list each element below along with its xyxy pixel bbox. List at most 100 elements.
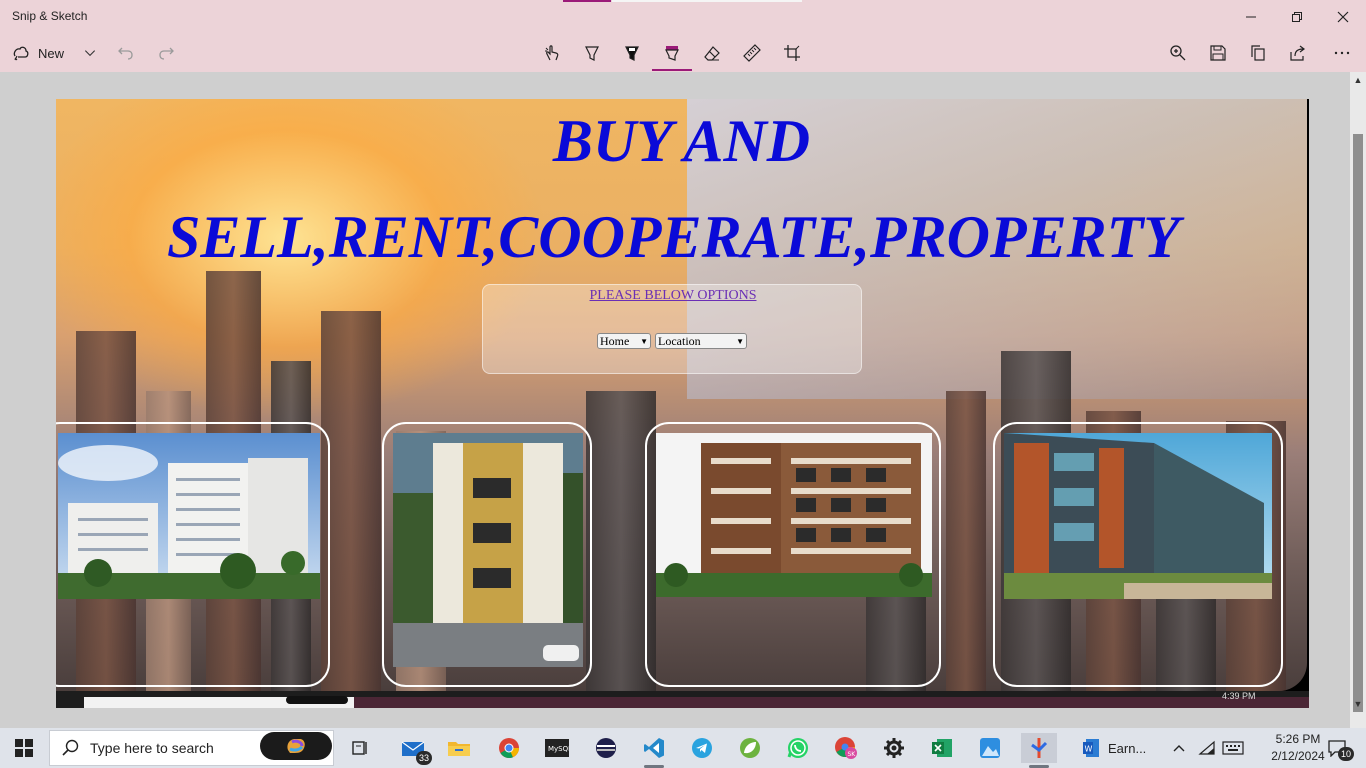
- snip-sketch-button[interactable]: [1021, 733, 1057, 768]
- new-snip-button[interactable]: New: [12, 40, 64, 66]
- whatsapp-icon: [787, 738, 808, 758]
- skyline-building: [321, 311, 381, 691]
- copy-icon: [1251, 45, 1265, 61]
- mysql-workbench-button[interactable]: MySQL: [542, 733, 572, 763]
- search-icon: [62, 739, 79, 756]
- zoom-button[interactable]: [1167, 40, 1189, 66]
- vertical-scrollbar[interactable]: ▲ ▼: [1350, 72, 1366, 728]
- scroll-thumb[interactable]: [1353, 134, 1363, 712]
- whatsapp-button[interactable]: [783, 733, 813, 763]
- property-card-3[interactable]: [645, 422, 941, 687]
- more-options-button[interactable]: [1330, 40, 1354, 66]
- close-button[interactable]: [1332, 6, 1354, 28]
- show-hidden-icons-button[interactable]: [1168, 733, 1190, 763]
- chevron-up-icon: [1173, 745, 1185, 752]
- copilot-button[interactable]: [260, 732, 332, 760]
- eraser-icon: [704, 46, 720, 61]
- redo-icon: [159, 47, 174, 60]
- spring-app-button[interactable]: [735, 733, 765, 763]
- mail-badge: 33: [416, 751, 432, 765]
- photos-app-button[interactable]: [975, 733, 1005, 763]
- headline-line-1: BUY AND: [552, 108, 811, 174]
- word-document-button[interactable]: W Earn...: [1078, 728, 1162, 768]
- skyline-building: [946, 391, 986, 691]
- taskbar: Type here to search 33 MySQL SK: [0, 728, 1366, 768]
- share-button[interactable]: [1287, 40, 1309, 66]
- file-explorer-button[interactable]: [444, 733, 474, 763]
- property-card-1[interactable]: [56, 422, 330, 687]
- scroll-up-icon[interactable]: ▲: [1352, 74, 1364, 86]
- chrome-button[interactable]: [494, 733, 524, 763]
- options-panel: PLEASE BELOW OPTIONS Home ▼ Location ▼: [482, 284, 862, 374]
- captured-time: 4:39 PM: [1222, 691, 1256, 701]
- crop-icon: [784, 45, 800, 61]
- undo-button[interactable]: [116, 40, 136, 66]
- chrome-profile-button[interactable]: SK: [831, 733, 861, 763]
- notification-center-button[interactable]: 10: [1322, 733, 1354, 763]
- options-link[interactable]: PLEASE BELOW OPTIONS: [483, 288, 863, 304]
- minimize-icon: [1246, 16, 1256, 18]
- eraser-button[interactable]: [701, 40, 723, 66]
- chevron-down-icon: [84, 50, 96, 57]
- snip-sketch-icon: [1031, 738, 1048, 758]
- chevron-down-icon: ▼: [736, 336, 744, 346]
- network-button[interactable]: [1196, 733, 1218, 763]
- save-button[interactable]: [1207, 40, 1229, 66]
- restore-button[interactable]: [1286, 6, 1308, 28]
- telegram-button[interactable]: [687, 733, 717, 763]
- notification-badge: 10: [1338, 747, 1354, 761]
- property-photo-modern-complex: [1004, 433, 1272, 599]
- svg-text:MySQL: MySQL: [548, 745, 569, 753]
- ballpoint-pen-button[interactable]: [581, 40, 603, 66]
- ballpoint-pen-icon: [585, 46, 599, 61]
- captured-screenshot[interactable]: BUY AND SELL,RENT,COOPERATE,PROPERTY PLE…: [56, 99, 1309, 708]
- touch-writing-icon: [545, 45, 559, 61]
- gear-icon: [884, 738, 904, 758]
- home-select-value: Home: [600, 333, 630, 348]
- word-document-label: Earn...: [1108, 740, 1147, 756]
- chrome-icon: [499, 738, 520, 758]
- crop-button[interactable]: [781, 40, 803, 66]
- excel-icon: [932, 739, 952, 757]
- vscode-button[interactable]: [639, 733, 669, 768]
- highlighter-button[interactable]: [661, 40, 683, 66]
- keyboard-button[interactable]: [1220, 733, 1246, 763]
- leaf-icon: [740, 738, 760, 758]
- property-card-4[interactable]: [993, 422, 1283, 687]
- save-icon: [1210, 45, 1226, 61]
- touch-writing-button[interactable]: [541, 40, 563, 66]
- clock-time: 5:26 PM: [1275, 732, 1321, 746]
- new-label: New: [38, 45, 65, 61]
- new-dropdown-button[interactable]: [82, 40, 98, 66]
- scroll-down-icon[interactable]: ▼: [1352, 698, 1364, 710]
- ruler-icon: [743, 44, 761, 62]
- task-view-icon: [352, 741, 367, 755]
- property-photo-yellow-trim: [393, 433, 583, 667]
- task-view-button[interactable]: [345, 733, 375, 763]
- app-circle-icon: [596, 738, 616, 758]
- settings-button[interactable]: [879, 733, 909, 763]
- more-icon: [1334, 51, 1350, 55]
- redo-button[interactable]: [156, 40, 176, 66]
- app-title: Snip & Sketch: [12, 9, 88, 23]
- start-button[interactable]: [0, 728, 48, 768]
- headline-line-2: SELL,RENT,COOPERATE,PROPERTY: [167, 204, 1180, 270]
- minimize-button[interactable]: [1240, 6, 1262, 28]
- copilot-icon: [287, 739, 305, 753]
- excel-button[interactable]: [927, 733, 957, 763]
- location-select[interactable]: Location ▼: [655, 333, 747, 349]
- mail-app-button[interactable]: 33: [398, 733, 432, 765]
- property-card-2[interactable]: [382, 422, 592, 687]
- copy-button[interactable]: [1247, 40, 1269, 66]
- captured-copilot: [286, 696, 348, 704]
- terminal-app-button[interactable]: [591, 733, 621, 763]
- highlighter-icon: [665, 46, 679, 61]
- system-clock[interactable]: 5:26 PM 2/12/2024: [1270, 731, 1326, 765]
- pencil-button[interactable]: [621, 40, 643, 66]
- new-snip-icon: [13, 46, 29, 61]
- folder-icon: [448, 742, 470, 756]
- word-icon: W: [1083, 739, 1099, 757]
- home-select[interactable]: Home ▼: [597, 333, 651, 349]
- ruler-button[interactable]: [741, 40, 763, 66]
- svg-text:W: W: [1085, 745, 1093, 754]
